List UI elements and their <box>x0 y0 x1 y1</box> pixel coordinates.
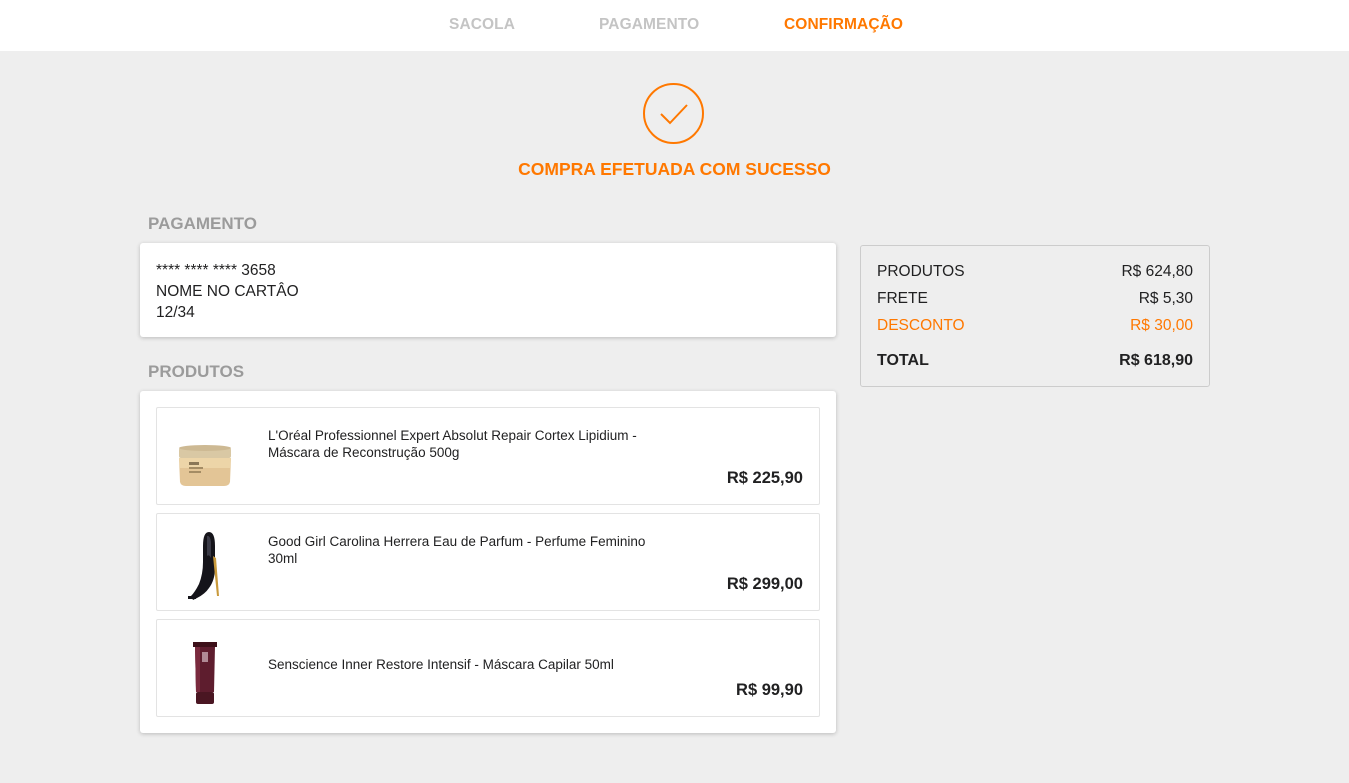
step-payment[interactable]: PAGAMENTO <box>599 16 699 34</box>
summary-products-value: R$ 624,80 <box>1121 263 1193 280</box>
card-number: **** **** **** 3658 <box>156 262 276 279</box>
product-item: L'Oréal Professionnel Expert Absolut Rep… <box>156 407 820 505</box>
step-confirmation[interactable]: CONFIRMAÇÃO <box>784 16 903 34</box>
perfume-bottle-image <box>169 528 241 600</box>
check-circle-icon <box>643 83 704 144</box>
product-name: Good Girl Carolina Herrera Eau de Parfum… <box>268 534 646 566</box>
product-item: Good Girl Carolina Herrera Eau de Parfum… <box>156 513 820 611</box>
order-summary: PRODUTOS R$ 624,80 FRETE R$ 5,30 DESCONT… <box>860 245 1210 387</box>
card-expiry: 12/34 <box>156 304 195 321</box>
card-holder-name: NOME NO CARTÂO <box>156 283 299 300</box>
summary-discount-value: R$ 30,00 <box>1130 317 1193 334</box>
summary-shipping-value: R$ 5,30 <box>1138 290 1193 307</box>
product-name: L'Oréal Professionnel Expert Absolut Rep… <box>268 428 637 460</box>
summary-total-value: R$ 618,90 <box>1119 352 1193 369</box>
success-title: COMPRA EFETUADA COM SUCESSO <box>518 159 831 179</box>
summary-discount-row: DESCONTO R$ 30,00 <box>877 317 1193 335</box>
payment-section-title: PAGAMENTO <box>148 214 257 233</box>
product-price: R$ 299,00 <box>726 575 803 593</box>
payment-card: **** **** **** 3658 NOME NO CARTÂO 12/34 <box>140 243 836 337</box>
product-name: Senscience Inner Restore Intensif - Másc… <box>268 657 614 672</box>
product-price: R$ 225,90 <box>726 469 803 487</box>
summary-shipping-label: FRETE <box>877 290 928 307</box>
summary-total-row: TOTAL R$ 618,90 <box>877 352 1193 370</box>
products-card: L'Oréal Professionnel Expert Absolut Rep… <box>140 391 836 733</box>
hair-mask-tube-image <box>169 634 241 706</box>
product-price: R$ 99,90 <box>736 681 803 699</box>
summary-products-label: PRODUTOS <box>877 263 965 280</box>
summary-shipping-row: FRETE R$ 5,30 <box>877 290 1193 308</box>
hair-mask-jar-image <box>169 422 241 494</box>
product-item: Senscience Inner Restore Intensif - Másc… <box>156 619 820 717</box>
summary-products-row: PRODUTOS R$ 624,80 <box>877 263 1193 281</box>
products-section-title: PRODUTOS <box>148 362 245 381</box>
checkmark-icon <box>660 104 688 125</box>
summary-total-label: TOTAL <box>877 352 929 369</box>
step-bag[interactable]: SACOLA <box>449 16 515 34</box>
summary-discount-label: DESCONTO <box>877 317 965 334</box>
checkout-steps-bar: SACOLA PAGAMENTO CONFIRMAÇÃO <box>0 0 1349 51</box>
